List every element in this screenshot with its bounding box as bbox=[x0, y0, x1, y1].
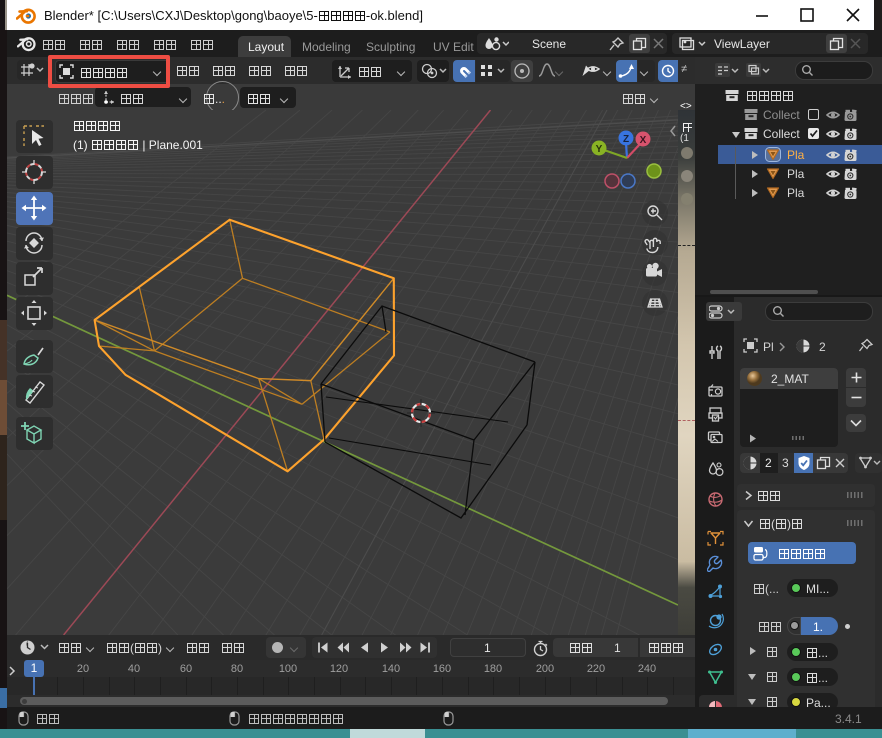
svg-text:Z: Z bbox=[623, 134, 629, 145]
svg-text:Y: Y bbox=[596, 144, 603, 155]
svg-text:X: X bbox=[640, 135, 647, 146]
